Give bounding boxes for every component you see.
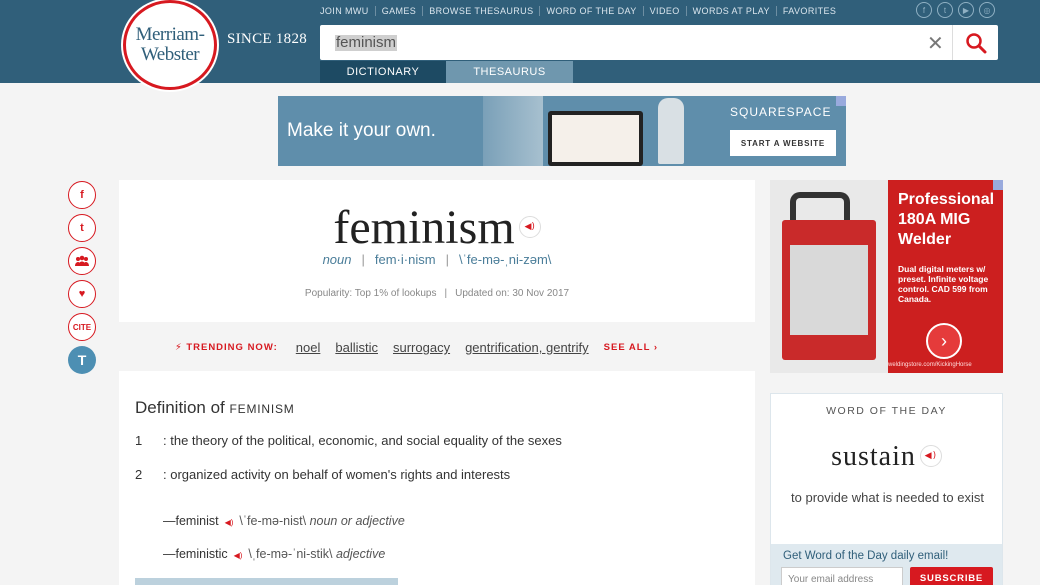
search-input[interactable]: feminism [335, 35, 398, 51]
side-ad-description: Dual digital meters w/ preset. Infinite … [898, 264, 989, 304]
nav-word-of-the-day[interactable]: WORD OF THE DAY [540, 6, 644, 16]
run-on-feminist: —feminist ◀) \ˈfe-mə-nist\ noun or adjecti… [163, 514, 405, 528]
run-on-feministic: —feministic ◀) \ˌfe-mə-ˈni-stik\ adjective [163, 547, 385, 561]
word-of-the-day-widget: WORD OF THE DAY sustain ◀) to provide wha… [770, 393, 1003, 585]
since-tagline: SINCE 1828 [227, 31, 308, 47]
run-on-pronunciation: \ˌfe-mə-ˈni-stik\ [248, 547, 333, 561]
twitter-icon[interactable]: t [937, 2, 953, 18]
trending-link[interactable]: noel [296, 340, 321, 355]
twitter-share-icon[interactable]: t [68, 214, 96, 242]
search-box: feminism ✕ [320, 25, 998, 60]
search-tabs: DICTIONARY THESAURUS [320, 61, 573, 83]
tab-thesaurus[interactable]: THESAURUS [446, 61, 573, 83]
trending-bar: ⚡ TRENDING NOW: noel ballistic surrogacy… [175, 340, 658, 355]
banner-ad-laptop-image [548, 111, 643, 166]
merriam-webster-logo[interactable]: Merriam- Webster [123, 0, 217, 90]
share-column: f t ♥ CITE T [68, 181, 96, 374]
trending-link[interactable]: gentrification, gentrify [465, 340, 589, 355]
youtube-icon[interactable]: ▶ [958, 2, 974, 18]
clear-icon[interactable]: ✕ [927, 31, 944, 56]
favorite-heart-icon[interactable]: ♥ [68, 280, 96, 308]
welder-image [770, 180, 888, 373]
run-on-pronunciation: \ˈfe-mə-nist\ [239, 514, 307, 528]
audio-pronunciation-icon[interactable]: ◀) [919, 444, 942, 467]
side-ad[interactable]: Professional 180A MIG Welder Dual digita… [770, 180, 1003, 373]
nav-browse-thesaurus[interactable]: BROWSE THESAURUS [423, 6, 541, 16]
social-links: f t ▶ ◎ [916, 2, 995, 18]
nav-join-mwu[interactable]: JOIN MWU [320, 6, 376, 16]
instagram-icon[interactable]: ◎ [979, 2, 995, 18]
popularity: Popularity: Top 1% of lookups [304, 288, 437, 299]
text-size-icon[interactable]: T [68, 346, 96, 374]
popularity-line: Popularity: Top 1% of lookups | Updated on… [304, 288, 570, 299]
nav-video[interactable]: VIDEO [644, 6, 687, 16]
side-ad-title: Professional 180A MIG Welder [898, 191, 995, 248]
syllabification: fem·i·nism [374, 252, 436, 267]
adchoices-icon[interactable] [993, 180, 1003, 190]
trending-label: ⚡ TRENDING NOW: [175, 342, 278, 353]
run-on-function: adjective [335, 547, 386, 561]
wotd-signup-prompt: Get Word of the Day daily email! [783, 550, 949, 562]
definition-card: Definition of FEMINISM 1: the theory of … [119, 371, 755, 585]
search-icon [965, 32, 986, 53]
squarespace-logo: SQUARESPACE [730, 105, 832, 119]
partial-image-strip [135, 578, 398, 585]
wotd-label: WORD OF THE DAY [826, 405, 947, 417]
banner-ad-headline: Make it your own. [287, 120, 436, 141]
banner-ad[interactable]: Make it your own. SQUARESPACE START A WE… [278, 96, 846, 166]
run-on-function: noun or adjective [309, 514, 405, 528]
headword: feminism [333, 201, 515, 254]
wotd-signup: Get Word of the Day daily email! Your em… [771, 544, 1002, 585]
wotd-word[interactable]: sustain [831, 441, 916, 472]
updated-date: Updated on: 30 Nov 2017 [455, 288, 570, 299]
wotd-word-line: sustain ◀) [771, 441, 1002, 473]
cite-button[interactable]: CITE [68, 313, 96, 341]
tab-dictionary[interactable]: DICTIONARY [320, 61, 446, 83]
subscribe-button[interactable]: SUBSCRIBE [910, 567, 993, 585]
logo-line-1: Merriam- [135, 24, 205, 45]
sense-text: : the theory of the political, economic,… [163, 433, 562, 448]
sense-1: 1: the theory of the political, economic… [135, 433, 562, 448]
run-on-word: —feministic [163, 547, 228, 561]
run-on-word: —feminist [163, 514, 219, 528]
trending-link[interactable]: ballistic [335, 340, 378, 355]
audio-pronunciation-icon[interactable]: ◀) [518, 215, 541, 238]
logo-line-2: Webster [140, 44, 200, 65]
audio-pronunciation-icon[interactable]: ◀) [225, 518, 234, 527]
definition-title: Definition of FEMINISM [135, 398, 295, 417]
start-website-button[interactable]: START A WEBSITE [730, 130, 836, 156]
headword-line: feminism ◀) [119, 200, 755, 255]
definition-title-word: FEMINISM [229, 402, 295, 416]
audio-pronunciation-icon[interactable]: ◀) [234, 551, 243, 560]
group-share-icon[interactable] [68, 247, 96, 275]
banner-ad-vase-image [658, 98, 684, 164]
site-header: Merriam- Webster SINCE 1828 JOIN MWU GAM… [0, 0, 1040, 90]
nav-favorites[interactable]: FAVORITES [777, 6, 842, 16]
nav-words-at-play[interactable]: WORDS AT PLAY [687, 6, 777, 16]
function-label[interactable]: noun [323, 252, 352, 267]
headword-meta: noun | fem·i·nism | \ˈfe-mə-ˌni-zəm\ [322, 252, 552, 267]
search-button[interactable] [952, 25, 998, 60]
sense-text: : organized activity on behalf of women'… [163, 467, 511, 482]
nav-games[interactable]: GAMES [376, 6, 424, 16]
facebook-icon[interactable]: f [916, 2, 932, 18]
wotd-meaning: to provide what is needed to exist [791, 490, 984, 505]
top-nav: JOIN MWU GAMES BROWSE THESAURUS WORD OF … [320, 6, 842, 16]
banner-ad-stairs-image [483, 96, 543, 166]
email-field[interactable]: Your email address [781, 567, 903, 585]
sense-2: 2: organized activity on behalf of women… [135, 467, 511, 482]
side-ad-url: weldingstore.com/KickingHorse [888, 362, 972, 368]
see-all-link[interactable]: SEE ALL › [604, 342, 658, 353]
trending-link[interactable]: surrogacy [393, 340, 450, 355]
headword-card: feminism ◀) noun | fem·i·nism | \ˈfe-mə-ˌni-z… [119, 180, 755, 322]
chevron-right-icon[interactable]: › [926, 323, 962, 359]
facebook-share-icon[interactable]: f [68, 181, 96, 209]
pronunciation[interactable]: \ˈfe-mə-ˌni-zəm\ [459, 252, 551, 267]
adchoices-icon[interactable] [836, 96, 846, 106]
